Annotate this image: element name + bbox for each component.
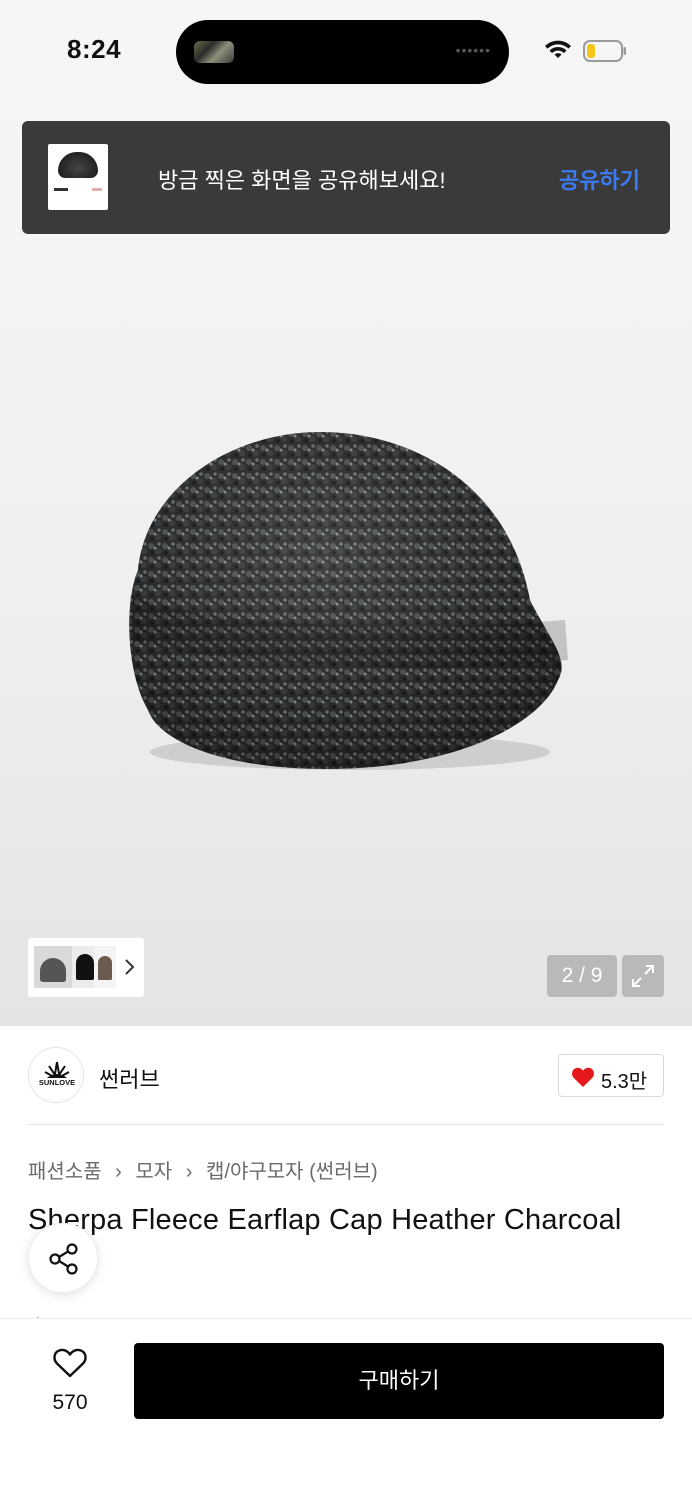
status-bar: 8:24 •••••• [0, 0, 692, 104]
breadcrumb-item-current[interactable]: 캡/야구모자 (썬러브) [206, 1161, 378, 1183]
audio-wave-icon: •••••• [455, 42, 491, 58]
breadcrumb-separator: › [185, 1161, 193, 1183]
thumbnail-1[interactable] [34, 946, 72, 988]
breadcrumb-item-subcategory[interactable]: 모자 [135, 1161, 172, 1183]
toast-message: 방금 찍은 화면을 공유해보세요! [158, 168, 446, 193]
brand-logo[interactable]: SUNLOVE [28, 1047, 84, 1103]
sunlove-logo-icon: SUNLOVE [39, 1061, 75, 1087]
thumbnail-3[interactable] [94, 946, 116, 988]
product-image [129, 431, 568, 770]
brand-like-button[interactable]: 5.3만 [558, 1054, 664, 1097]
now-playing-thumbnail [194, 41, 234, 63]
screenshot-thumbnail[interactable] [48, 144, 108, 210]
bottom-action-bar: 570 구매하기 [0, 1318, 692, 1500]
product-title: Sherpa Fleece Earflap Cap Heather Charco… [28, 1204, 622, 1236]
share-button[interactable] [28, 1223, 98, 1293]
screenshot-share-toast: 방금 찍은 화면을 공유해보세요! 공유하기 [22, 121, 670, 234]
brand-like-count: 5.3만 [601, 1071, 648, 1093]
wifi-icon [545, 40, 571, 58]
dynamic-island: •••••• [176, 20, 509, 84]
share-icon [49, 1243, 78, 1275]
heart-filled-icon [572, 1067, 594, 1087]
image-counter: 2 / 9 [547, 955, 617, 997]
buy-button[interactable]: 구매하기 [134, 1343, 664, 1419]
svg-text:SUNLOVE: SUNLOVE [39, 1078, 75, 1087]
heart-outline-icon [53, 1348, 87, 1378]
status-time: 8:24 [67, 34, 122, 64]
divider [28, 1124, 664, 1125]
brand-name[interactable]: 썬러브 [99, 1062, 160, 1094]
fullscreen-button[interactable] [622, 955, 664, 997]
share-now-button[interactable]: 공유하기 [559, 163, 640, 195]
breadcrumb-separator: › [115, 1161, 122, 1183]
wishlist-count: 570 [52, 1391, 88, 1414]
product-detail-screen: 8:24 •••••• 방금 찍은 화면을 공유해보세요! 공유하기 2 / 9… [0, 0, 692, 1500]
chevron-right-icon[interactable] [124, 956, 136, 978]
battery-icon [583, 40, 626, 62]
thumbnail-strip[interactable] [28, 938, 144, 997]
wishlist-button[interactable]: 570 [30, 1343, 110, 1423]
expand-icon [632, 965, 654, 987]
breadcrumb: 패션소품 › 모자 › 캡/야구모자 (썬러브) [28, 1155, 378, 1184]
breadcrumb-item-category[interactable]: 패션소품 [28, 1161, 102, 1183]
